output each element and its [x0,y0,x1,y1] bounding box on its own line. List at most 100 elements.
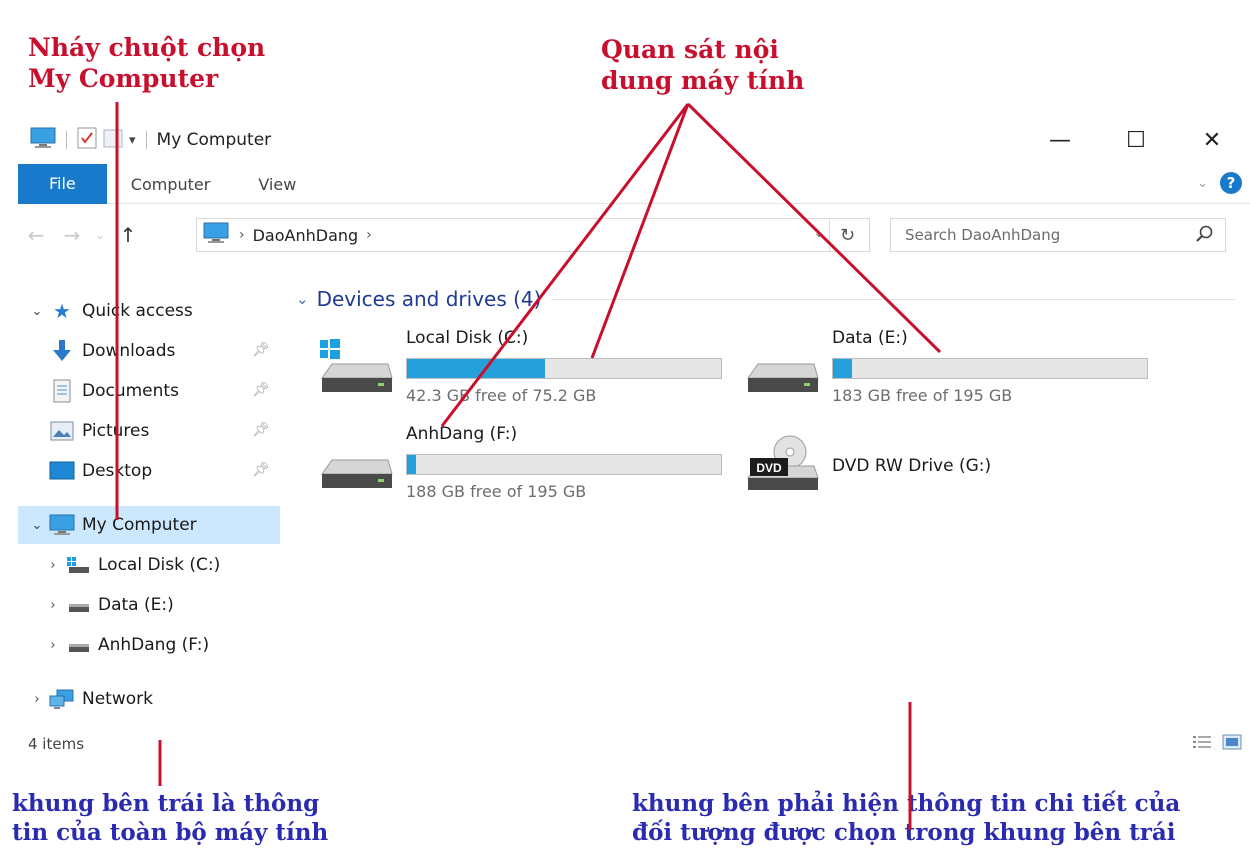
pin-icon[interactable]: 📌︎ [252,382,270,398]
chevron-down-icon[interactable]: ⌄ [26,518,48,533]
tab-view[interactable]: View [234,167,320,203]
back-button[interactable]: ← [18,218,54,252]
address-dropdown-icon[interactable]: ⌄ [813,225,825,241]
sidebar-item-quick-access[interactable]: ⌄ ★ Quick access [18,292,280,330]
annotation-line: khung bên phải hiện thông tin chi tiết c… [632,790,1181,817]
window-controls: — ☐ ✕ [1022,118,1250,162]
search-box[interactable] [890,218,1226,252]
title-bar: ▾ My Computer — ☐ ✕ [18,118,1250,162]
drive-name: DVD RW Drive (G:) [832,456,992,476]
sidebar-item-pictures[interactable]: Pictures 📌︎ [18,412,280,450]
chevron-right-icon[interactable]: › [42,638,64,653]
sidebar-item-label: Desktop [82,461,153,481]
chevron-down-icon[interactable]: ⌄ [296,290,309,308]
minimize-button[interactable]: — [1022,118,1098,162]
details-view-icon[interactable] [1192,734,1212,754]
annotation-select-my-computer: Nháy chuột chọn My Computer [28,32,265,95]
computer-icon [203,222,229,248]
breadcrumb-item[interactable]: DaoAnhDang [253,226,359,245]
annotation-right-pane-info: khung bên phải hiện thông tin chi tiết c… [632,790,1180,848]
sidebar-item-downloads[interactable]: Downloads 📌︎ [18,332,280,370]
sidebar-item-documents[interactable]: Documents 📌︎ [18,372,280,410]
drive-free-space: 42.3 GB free of 75.2 GB [406,386,597,405]
pin-icon[interactable]: 📌︎ [252,462,270,478]
documents-icon [48,379,76,403]
navigation-pane: ⌄ ★ Quick access Downloads 📌︎ Documents … [18,278,280,718]
chevron-right-icon[interactable]: › [42,598,64,613]
sidebar-item-network[interactable]: › Network [18,680,280,718]
chevron-right-icon[interactable]: › [42,558,64,573]
annotation-line: My Computer [28,64,219,94]
desktop-icon [48,459,76,483]
drive-name: Local Disk (C:) [406,328,529,348]
up-button[interactable]: ↑ [110,218,146,252]
drive-tile-dvd-g[interactable]: DVD DVD RW Drive (G:) [744,420,1164,510]
sidebar-item-desktop[interactable]: Desktop 📌︎ [18,452,280,490]
tab-file[interactable]: File [18,163,107,204]
download-icon [48,339,76,363]
drive-free-space: 188 GB free of 195 GB [406,482,587,501]
status-bar: 4 items [18,726,1250,762]
annotation-line: dung máy tính [601,66,805,96]
ribbon-right-controls: ⌄ ? [1197,172,1242,194]
chevron-down-icon[interactable]: ⌄ [26,304,48,319]
maximize-button[interactable]: ☐ [1098,118,1174,162]
recent-locations-icon[interactable]: ⌄ [90,218,110,252]
pin-icon[interactable]: 📌︎ [252,422,270,438]
address-bar[interactable]: › DaoAnhDang › ⌄ ↻ [196,218,870,252]
properties-icon[interactable] [77,127,97,153]
drive-usage-bar [406,358,722,379]
windows-drive-icon [64,553,92,577]
sidebar-item-my-computer[interactable]: ⌄ My Computer [18,506,280,544]
pictures-icon [48,419,76,443]
content-pane: ⌄ Devices and drives (4) Local Disk (C:)… [296,278,1246,718]
sidebar-item-anhdang-f[interactable]: › AnhDang (F:) [18,626,280,664]
breadcrumb-separator-icon[interactable]: › [239,227,245,243]
drive-tile-anhdang-f[interactable]: AnhDang (F:) 188 GB free of 195 GB [318,420,738,510]
sidebar-item-label: Pictures [82,421,150,441]
breadcrumb-separator-icon[interactable]: › [366,227,372,243]
drive-tile-data-e[interactable]: Data (E:) 183 GB free of 195 GB [744,324,1164,414]
forward-button[interactable]: → [54,218,90,252]
search-icon[interactable] [1195,224,1215,248]
explorer-window: ▾ My Computer — ☐ ✕ File Computer View ⌄… [18,118,1250,766]
drive-usage-bar [832,358,1148,379]
sidebar-item-data-e[interactable]: › Data (E:) [18,586,280,624]
group-devices-and-drives[interactable]: ⌄ Devices and drives (4) [296,284,1236,314]
view-switcher [1192,734,1242,754]
pin-icon[interactable]: 📌︎ [252,342,270,358]
sidebar-item-label: Documents [82,381,179,401]
toolbar-separator [66,131,67,149]
drive-usage-bar [406,454,722,475]
sidebar-item-local-disk-c[interactable]: › Local Disk (C:) [18,546,280,584]
dropdown-icon[interactable]: ▾ [129,133,136,148]
refresh-button[interactable]: ↻ [829,219,865,251]
expand-ribbon-icon[interactable]: ⌄ [1197,176,1208,191]
new-folder-icon[interactable] [103,127,123,153]
drive-icon [64,593,92,617]
help-icon[interactable]: ? [1220,172,1242,194]
drive-icon [64,633,92,657]
drive-usage-fill [407,359,546,378]
chevron-right-icon[interactable]: › [26,692,48,707]
drive-tile-local-disk-c[interactable]: Local Disk (C:) 42.3 GB free of 75.2 GB [318,324,738,414]
annotation-line: Quan sát nội [601,35,779,64]
computer-icon[interactable] [30,127,56,153]
network-icon [48,687,76,711]
quick-access-toolbar: ▾ [18,127,151,153]
close-button[interactable]: ✕ [1174,118,1250,162]
sidebar-item-label: Downloads [82,341,176,361]
large-icons-view-icon[interactable] [1222,734,1242,754]
drive-name: AnhDang (F:) [406,424,518,444]
drive-icon [318,434,396,498]
tab-computer[interactable]: Computer [107,167,235,203]
annotation-left-pane-info: khung bên trái là thông tin của toàn bộ … [12,790,328,848]
group-divider [551,298,1236,300]
annotation-line: khung bên trái là thông [12,790,320,817]
search-input[interactable] [905,226,1175,244]
computer-icon [48,513,76,537]
ribbon-tabs: File Computer View ⌄ ? [18,163,1250,204]
group-label: Devices and drives (4) [316,287,542,311]
toolbar-separator [145,131,147,149]
annotation-line: tin của toàn bộ máy tính [12,818,329,846]
